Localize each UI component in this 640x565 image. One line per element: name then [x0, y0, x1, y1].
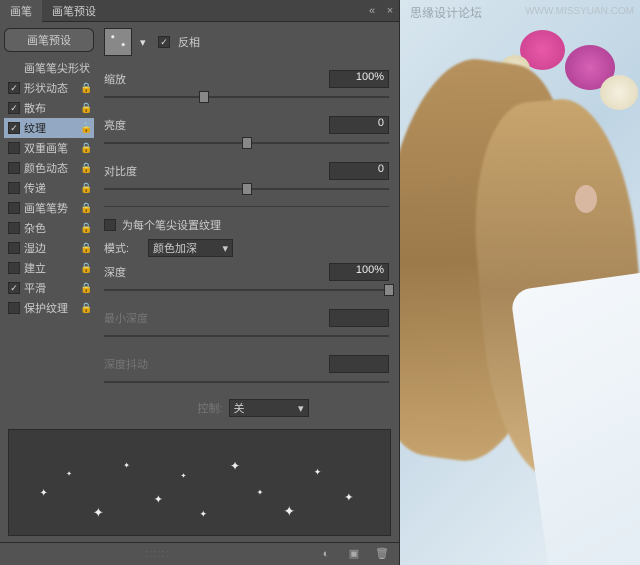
watermark-text: 思缘设计论坛 — [410, 4, 482, 21]
sidebar-item-color-dynamics[interactable]: 颜色动态🔒 — [4, 158, 94, 178]
invert-label: 反相 — [178, 34, 200, 50]
per-tip-checkbox[interactable] — [104, 219, 116, 231]
texture-picker-arrow-icon[interactable]: ▾ — [140, 36, 150, 49]
sidebar-item-wet-edges[interactable]: 湿边🔒 — [4, 238, 94, 258]
toggle-preview-icon[interactable]: ◐ — [317, 545, 335, 563]
min-depth-label: 最小深度 — [104, 310, 164, 326]
collapse-icon[interactable]: « — [363, 2, 381, 20]
lock-icon: 🔒 — [80, 143, 90, 154]
sidebar-item-protect-texture[interactable]: 保护纹理🔒 — [4, 298, 94, 318]
min-depth-slider — [104, 329, 389, 343]
tab-brush-presets[interactable]: 画笔预设 — [42, 0, 106, 23]
delete-icon[interactable]: 🗑 — [373, 545, 391, 563]
brightness-slider[interactable] — [104, 136, 389, 150]
mode-select[interactable]: 颜色加深▾ — [148, 239, 233, 257]
control-label: 控制: — [185, 400, 223, 416]
brightness-label: 亮度 — [104, 117, 164, 133]
canvas-image — [400, 0, 640, 565]
lock-icon: 🔒 — [80, 103, 90, 114]
jitter-label: 深度抖动 — [104, 356, 164, 372]
scale-label: 缩放 — [104, 71, 164, 87]
depth-slider[interactable] — [104, 283, 389, 297]
contrast-label: 对比度 — [104, 163, 164, 179]
sidebar-item-tip-shape[interactable]: 画笔笔尖形状 — [4, 58, 94, 78]
brush-preview: ✦ ✦ ✦ ✦ ✦ ✦ ✦ ✦ ✦ ✦ ✦ ✦ — [8, 429, 391, 536]
lock-icon: 🔒 — [80, 83, 90, 94]
sidebar-item-noise[interactable]: 杂色🔒 — [4, 218, 94, 238]
brightness-input[interactable]: 0 — [329, 116, 389, 134]
chevron-down-icon: ▾ — [298, 402, 304, 415]
sidebar-item-smoothing[interactable]: 平滑🔒 — [4, 278, 94, 298]
panel-bottombar: :::::: ◐ ▣ 🗑 — [0, 542, 399, 565]
depth-input[interactable]: 100% — [329, 263, 389, 281]
contrast-slider[interactable] — [104, 182, 389, 196]
chevron-down-icon: ▾ — [222, 242, 228, 255]
sidebar-item-dual-brush[interactable]: 双重画笔🔒 — [4, 138, 94, 158]
lock-icon: 🔒 — [80, 163, 90, 174]
sidebar-item-shape-dynamics[interactable]: 形状动态🔒 — [4, 78, 94, 98]
panel-topbar: 画笔 画笔预设 « × — [0, 0, 399, 22]
sidebar: 画笔预设 画笔笔尖形状 形状动态🔒 散布🔒 纹理🔒 双重画笔🔒 颜色动态🔒 传递… — [0, 22, 98, 423]
jitter-slider — [104, 375, 389, 389]
scale-input[interactable]: 100% — [329, 70, 389, 88]
resize-grip[interactable]: :::::: — [8, 548, 307, 560]
invert-checkbox[interactable] — [158, 36, 170, 48]
brush-panel: 画笔 画笔预设 « × ≡ 画笔预设 画笔笔尖形状 形状动态🔒 散布🔒 纹理🔒 … — [0, 0, 400, 565]
sidebar-item-transfer[interactable]: 传递🔒 — [4, 178, 94, 198]
scale-slider[interactable] — [104, 90, 389, 104]
lock-icon: 🔒 — [80, 243, 90, 254]
contrast-input[interactable]: 0 — [329, 162, 389, 180]
texture-options: ▾ 反相 缩放 100% 亮度 0 对比度 0 为每个笔尖设置纹理 模式: 颜色加深▾… — [98, 22, 399, 423]
mode-label: 模式: — [104, 240, 142, 256]
sidebar-item-scattering[interactable]: 散布🔒 — [4, 98, 94, 118]
lock-icon: 🔒 — [80, 123, 90, 134]
lock-icon: 🔒 — [80, 183, 90, 194]
sidebar-item-brush-pose[interactable]: 画笔笔势🔒 — [4, 198, 94, 218]
watermark-url: WWW.MISSYUAN.COM — [525, 6, 634, 17]
min-depth-input — [329, 309, 389, 327]
lock-icon: 🔒 — [80, 303, 90, 314]
control-select: 关▾ — [229, 399, 309, 417]
close-icon[interactable]: × — [381, 2, 399, 20]
jitter-input — [329, 355, 389, 373]
lock-icon: 🔒 — [80, 283, 90, 294]
per-tip-label: 为每个笔尖设置纹理 — [122, 217, 221, 233]
texture-swatch[interactable] — [104, 28, 132, 56]
new-preset-icon[interactable]: ▣ — [345, 545, 363, 563]
sidebar-item-texture[interactable]: 纹理🔒 — [4, 118, 94, 138]
lock-icon: 🔒 — [80, 263, 90, 274]
depth-label: 深度 — [104, 264, 164, 280]
tab-brush[interactable]: 画笔 — [0, 0, 42, 23]
lock-icon: 🔒 — [80, 223, 90, 234]
sidebar-item-build-up[interactable]: 建立🔒 — [4, 258, 94, 278]
lock-icon: 🔒 — [80, 203, 90, 214]
brush-presets-button[interactable]: 画笔预设 — [4, 28, 94, 52]
